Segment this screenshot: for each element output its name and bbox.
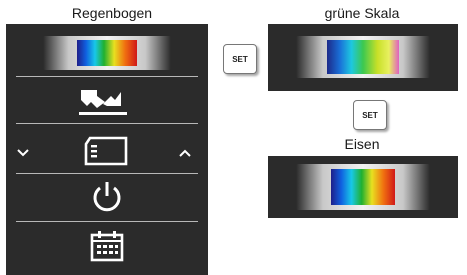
palette-preview-bar[interactable]: [43, 36, 171, 70]
palette-name-green: grüne Skala: [324, 5, 400, 21]
set-button[interactable]: SET: [353, 100, 387, 130]
palette-name-iron: Eisen: [344, 136, 380, 152]
green-scale-panel: [268, 24, 458, 91]
menu-separator: [16, 123, 198, 124]
power-icon[interactable]: [90, 180, 124, 214]
chevron-up-icon[interactable]: [178, 148, 192, 158]
menu-separator: [16, 76, 198, 77]
iron-spectrum: [331, 169, 395, 205]
iron-panel: [268, 156, 458, 218]
set-button[interactable]: SET: [223, 44, 257, 74]
palette-preview-bar: [296, 36, 430, 78]
palette-preview-bar: [296, 164, 430, 210]
sd-card-icon[interactable]: [82, 136, 130, 166]
green-scale-spectrum: [327, 40, 399, 74]
calendar-icon[interactable]: [89, 230, 125, 262]
chevron-down-icon[interactable]: [16, 148, 30, 158]
rainbow-spectrum: [77, 40, 137, 66]
emissivity-icon[interactable]: [77, 86, 129, 118]
menu-separator: [16, 221, 198, 222]
current-palette-title: Regenbogen: [71, 5, 153, 21]
menu-separator: [16, 173, 198, 174]
main-menu-panel: [6, 24, 208, 275]
